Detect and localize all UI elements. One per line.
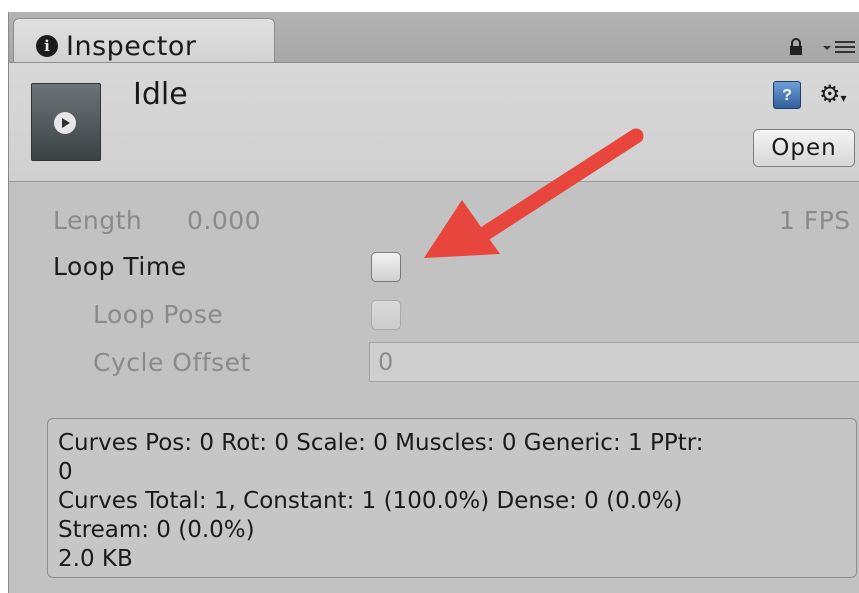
clip-properties: Length 0.000 1 FPS Loop Time Loop Pose C… [9, 182, 859, 593]
cycle-offset-field[interactable]: 0 [369, 342, 859, 382]
clip-name: Idle [133, 77, 188, 112]
gear-icon[interactable]: ⚙▾ [819, 79, 855, 109]
info-line: 0 [58, 459, 73, 485]
cycle-offset-label: Cycle Offset [93, 348, 251, 377]
clip-info-box: Curves Pos: 0 Rot: 0 Scale: 0 Muscles: 0… [47, 418, 857, 578]
tab-title: Inspector [66, 31, 197, 62]
open-button[interactable]: Open [753, 129, 855, 167]
info-line: Stream: 0 (0.0%) [58, 517, 255, 543]
info-line: 2.0 KB [58, 546, 133, 572]
info-icon: i [36, 35, 58, 57]
length-label: Length [53, 206, 143, 235]
help-book-icon[interactable]: ? [773, 81, 801, 109]
context-menu-icon[interactable] [821, 38, 857, 56]
info-line: Curves Pos: 0 Rot: 0 Scale: 0 Muscles: 0… [58, 430, 704, 456]
tab-inspector[interactable]: i Inspector [13, 18, 275, 62]
loop-pose-checkbox[interactable] [371, 300, 401, 330]
fps-value: 1 FPS [779, 206, 851, 235]
info-line: Curves Total: 1, Constant: 1 (100.0%) De… [58, 488, 683, 514]
loop-time-checkbox[interactable] [371, 252, 401, 282]
inspector-window: i Inspector Idle ? ⚙▾ Open Length 0.000 … [8, 12, 859, 593]
play-icon [54, 112, 76, 134]
length-value: 0.000 [187, 206, 262, 235]
asset-header: Idle ? ⚙▾ Open [9, 63, 859, 182]
loop-time-label: Loop Time [53, 252, 187, 281]
loop-pose-label: Loop Pose [93, 300, 224, 329]
animation-clip-icon [31, 83, 101, 161]
lock-icon[interactable] [787, 38, 805, 56]
tab-bar: i Inspector [9, 12, 859, 63]
